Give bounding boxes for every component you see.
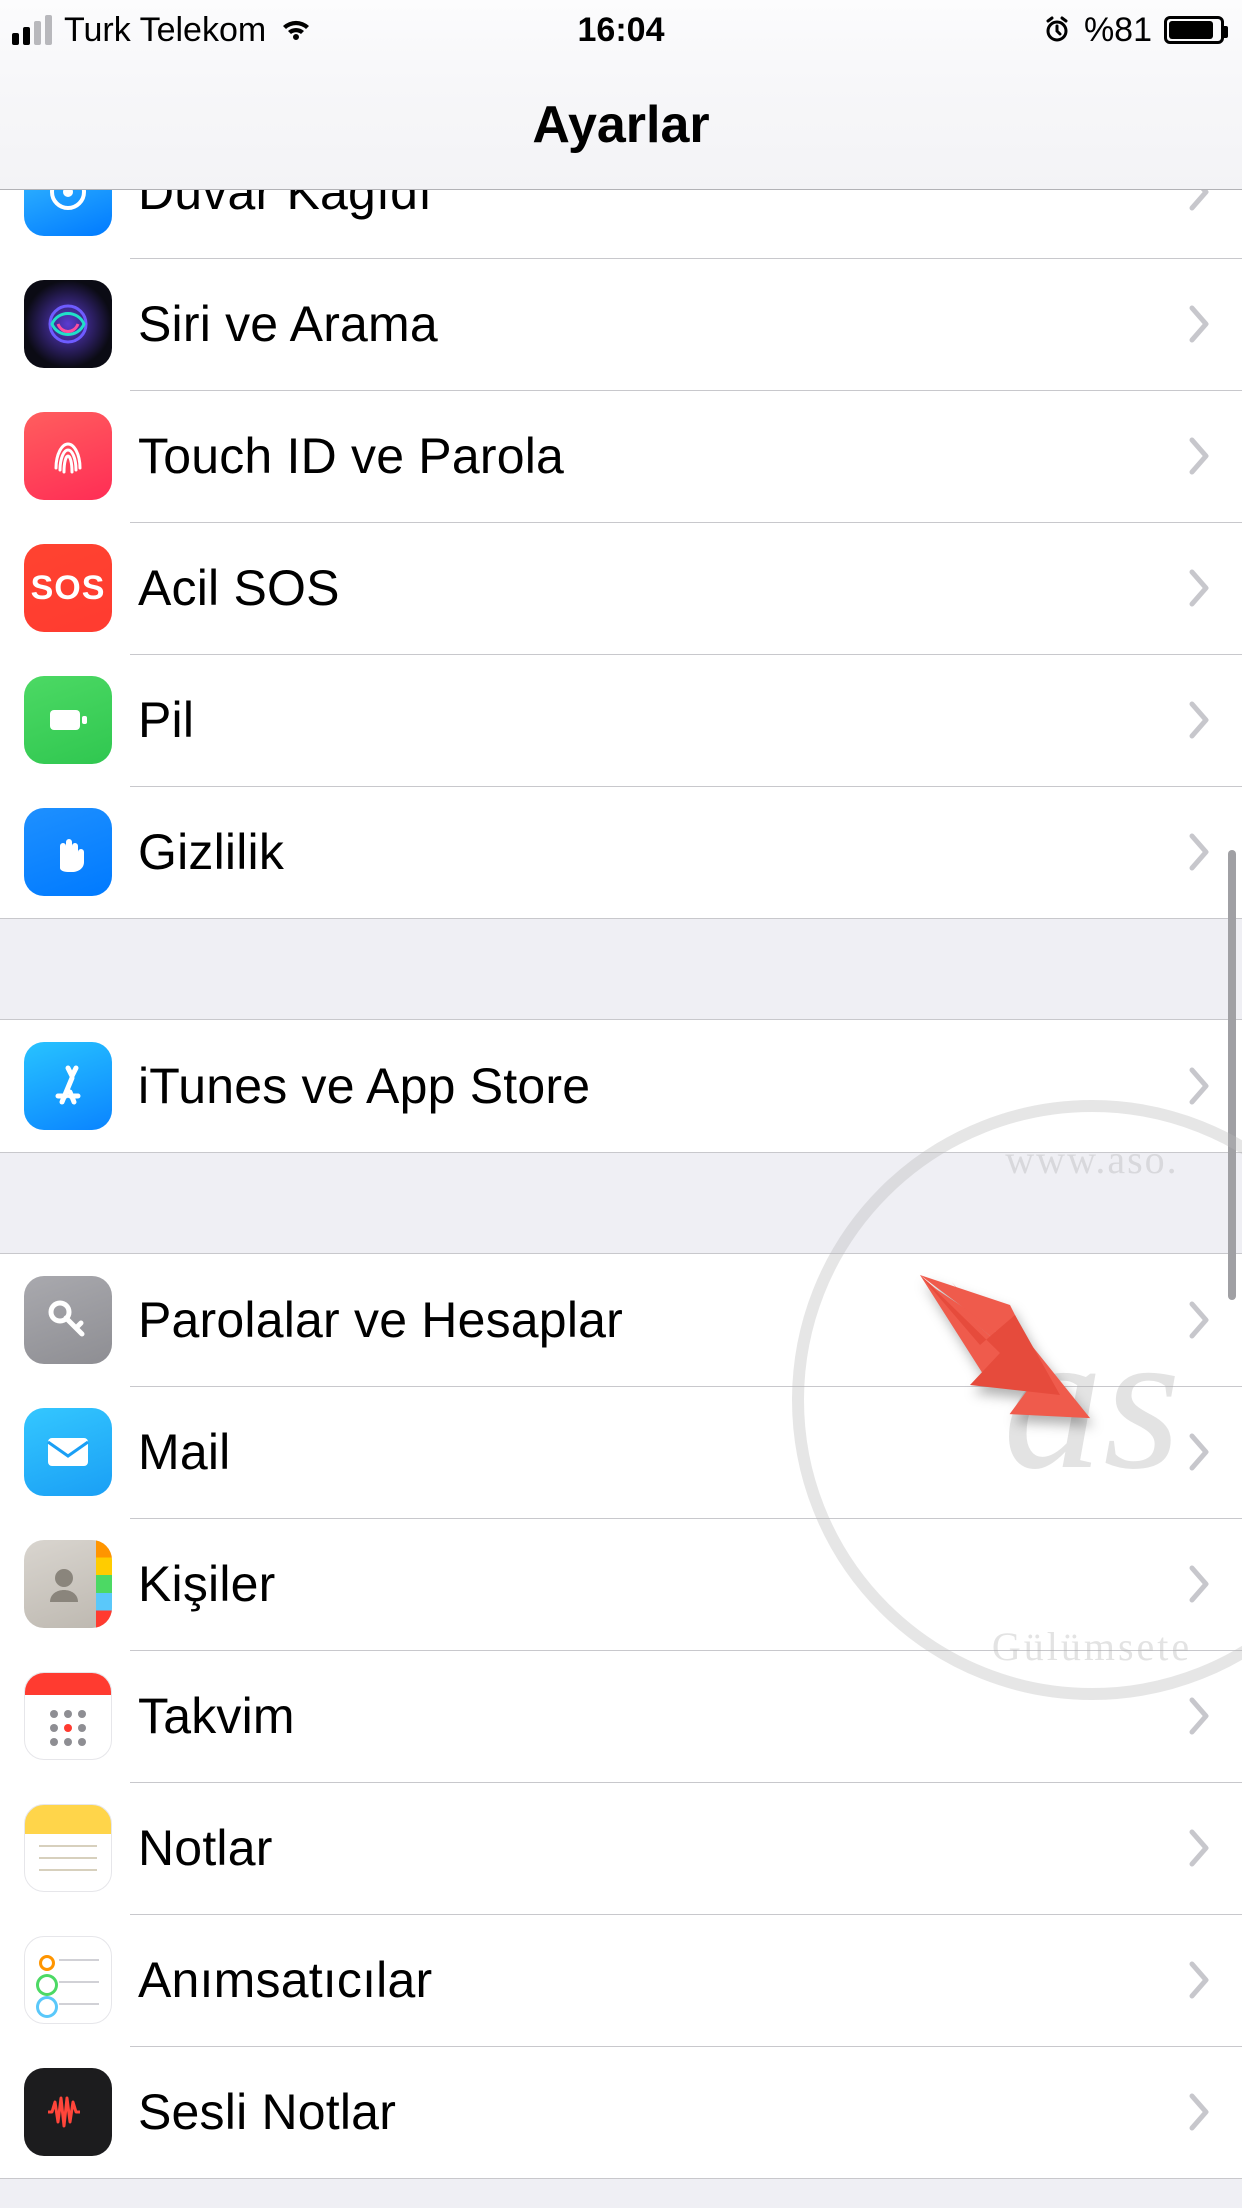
status-right: %81 [1042, 11, 1224, 50]
row-label: Siri ve Arama [138, 295, 1188, 353]
row-label: Anımsatıcılar [138, 1951, 1188, 2009]
chevron-right-icon [1188, 1564, 1212, 1604]
chevron-right-icon [1188, 436, 1212, 476]
row-label: Touch ID ve Parola [138, 427, 1188, 485]
status-bar: Turk Telekom 16:04 %81 [0, 0, 1242, 60]
reminders-icon [24, 1936, 112, 2024]
key-icon [24, 1276, 112, 1364]
contacts-icon [24, 1540, 112, 1628]
scrollbar-indicator[interactable] [1228, 850, 1236, 1300]
chevron-right-icon [1188, 700, 1212, 740]
group-spacer [0, 1153, 1242, 1253]
chevron-right-icon [1188, 1828, 1212, 1868]
battery-icon [24, 676, 112, 764]
row-siri[interactable]: Siri ve Arama [0, 258, 1242, 390]
row-passwords[interactable]: Parolalar ve Hesaplar [0, 1254, 1242, 1386]
clock-label: 16:04 [578, 11, 665, 50]
voice-memo-icon [24, 2068, 112, 2156]
row-label: Takvim [138, 1687, 1188, 1745]
settings-group: Parolalar ve Hesaplar Mail Kişiler Takvi… [0, 1253, 1242, 2179]
page-title: Ayarlar [532, 95, 709, 155]
hand-icon [24, 808, 112, 896]
chevron-right-icon [1188, 304, 1212, 344]
row-label: Mail [138, 1423, 1188, 1481]
status-left: Turk Telekom [12, 11, 314, 50]
row-mail[interactable]: Mail [0, 1386, 1242, 1518]
chevron-right-icon [1188, 1300, 1212, 1340]
wifi-icon [278, 12, 314, 48]
row-label: Acil SOS [138, 559, 1188, 617]
siri-icon [24, 280, 112, 368]
row-calendar[interactable]: Takvim [0, 1650, 1242, 1782]
calendar-icon [24, 1672, 112, 1760]
row-battery[interactable]: Pil [0, 654, 1242, 786]
appstore-icon [24, 1042, 112, 1130]
row-label: Parolalar ve Hesaplar [138, 1291, 1188, 1349]
row-label: Notlar [138, 1819, 1188, 1877]
row-label: Pil [138, 691, 1188, 749]
row-voice[interactable]: Sesli Notlar [0, 2046, 1242, 2178]
chevron-right-icon [1188, 832, 1212, 872]
settings-group: iTunes ve App Store [0, 1019, 1242, 1153]
row-appstore[interactable]: iTunes ve App Store [0, 1020, 1242, 1152]
group-spacer [0, 919, 1242, 1019]
sos-icon: SOS [24, 544, 112, 632]
row-touchid[interactable]: Touch ID ve Parola [0, 390, 1242, 522]
settings-screen: Turk Telekom 16:04 %81 Ayarlar Duvar Kağ… [0, 0, 1242, 2208]
row-privacy[interactable]: Gizlilik [0, 786, 1242, 918]
chevron-right-icon [1188, 1432, 1212, 1472]
cellular-signal-icon [12, 15, 52, 45]
row-reminders[interactable]: Anımsatıcılar [0, 1914, 1242, 2046]
settings-list[interactable]: Duvar Kağıdı Siri ve Arama Touch ID ve P… [0, 190, 1242, 2208]
chevron-right-icon [1188, 1960, 1212, 2000]
row-contacts[interactable]: Kişiler [0, 1518, 1242, 1650]
alarm-icon [1042, 15, 1072, 45]
row-label: Duvar Kağıdı [138, 190, 1188, 221]
wallpaper-icon [24, 190, 112, 236]
sos-text: SOS [31, 569, 106, 608]
chevron-right-icon [1188, 190, 1212, 212]
row-notes[interactable]: Notlar [0, 1782, 1242, 1914]
battery-percent-label: %81 [1084, 11, 1152, 50]
row-label: Sesli Notlar [138, 2083, 1188, 2141]
nav-header: Ayarlar [0, 60, 1242, 190]
row-label: iTunes ve App Store [138, 1057, 1188, 1115]
row-label: Kişiler [138, 1555, 1188, 1613]
fingerprint-icon [24, 412, 112, 500]
row-wallpaper[interactable]: Duvar Kağıdı [0, 190, 1242, 258]
notes-icon [24, 1804, 112, 1892]
carrier-label: Turk Telekom [64, 11, 266, 50]
settings-group: Duvar Kağıdı Siri ve Arama Touch ID ve P… [0, 190, 1242, 919]
chevron-right-icon [1188, 2092, 1212, 2132]
row-sos[interactable]: SOS Acil SOS [0, 522, 1242, 654]
battery-icon [1164, 16, 1224, 44]
row-label: Gizlilik [138, 823, 1188, 881]
chevron-right-icon [1188, 568, 1212, 608]
chevron-right-icon [1188, 1066, 1212, 1106]
chevron-right-icon [1188, 1696, 1212, 1736]
mail-icon [24, 1408, 112, 1496]
